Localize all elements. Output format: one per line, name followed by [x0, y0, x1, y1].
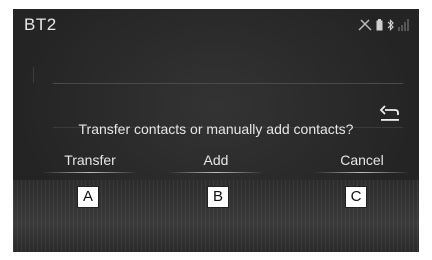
- cancel-button[interactable]: Cancel: [307, 152, 417, 173]
- callout-c: C: [345, 186, 367, 208]
- add-button-label: Add: [203, 152, 229, 168]
- callout-b: B: [207, 186, 229, 208]
- cancel-button-underline: [314, 172, 410, 173]
- add-button-underline: [168, 172, 264, 173]
- phone-battery-icon: [376, 19, 383, 31]
- background-divider: [53, 83, 403, 84]
- status-bar: [358, 19, 410, 31]
- head-unit-screen: BT2 Transfer contacts or manually add co…: [13, 9, 419, 252]
- add-button[interactable]: Add: [161, 152, 271, 173]
- transfer-button[interactable]: Transfer: [35, 152, 145, 173]
- callout-a: A: [77, 186, 99, 208]
- no-signal-icon: [358, 19, 372, 31]
- cancel-button-label: Cancel: [340, 152, 384, 168]
- transfer-button-underline: [42, 172, 138, 173]
- background-scroll-mark: [33, 67, 44, 83]
- signal-bars-icon: [398, 19, 409, 31]
- dialog-prompt: Transfer contacts or manually add contac…: [78, 121, 354, 137]
- page-title: BT2: [24, 15, 57, 34]
- return-arrow-icon[interactable]: [379, 104, 401, 122]
- bluetooth-icon: [387, 19, 394, 31]
- transfer-button-label: Transfer: [64, 152, 116, 168]
